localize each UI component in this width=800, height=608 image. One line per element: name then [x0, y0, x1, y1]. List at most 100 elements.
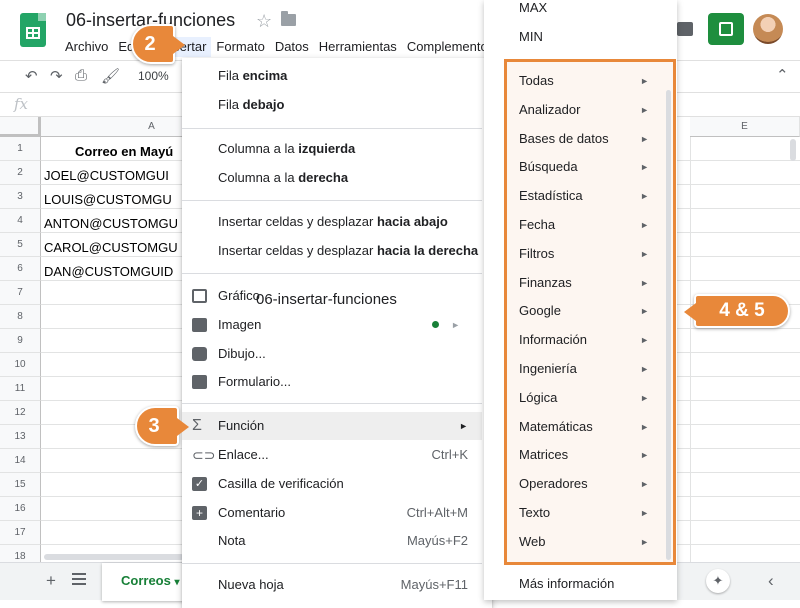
more-info-link[interactable]: Más información: [519, 576, 614, 591]
print-icon[interactable]: ⎙: [75, 67, 87, 84]
cell-a3[interactable]: LOUIS@CUSTOMGU: [44, 188, 184, 212]
function-category[interactable]: Estadística ►: [519, 186, 659, 206]
row-header-8[interactable]: 8: [0, 305, 41, 329]
menu-column-left[interactable]: Columna a la izquierda: [182, 135, 482, 163]
zoom-select[interactable]: 100%: [138, 69, 169, 83]
row-header-6[interactable]: 6: [0, 257, 41, 281]
menu-drawing[interactable]: Dibujo...: [182, 340, 482, 368]
function-category[interactable]: Fecha ►: [519, 215, 659, 235]
folder-icon[interactable]: [281, 11, 296, 26]
row-header-13[interactable]: 13: [0, 425, 41, 449]
function-category-label: Analizador: [519, 101, 581, 117]
function-max[interactable]: MAX: [519, 0, 547, 15]
function-min[interactable]: MIN: [519, 29, 543, 44]
all-sheets-icon[interactable]: [72, 573, 86, 585]
row-header-2[interactable]: 2: [0, 161, 41, 185]
cell-a1[interactable]: Correo en Mayú: [44, 140, 184, 164]
row-header-15[interactable]: 15: [0, 473, 41, 497]
menu-form[interactable]: Formulario...: [182, 368, 482, 396]
function-category-label: Web: [519, 533, 546, 549]
select-all-corner[interactable]: [0, 117, 41, 137]
function-category[interactable]: Analizador ►: [519, 100, 659, 120]
row-header-17[interactable]: 17: [0, 521, 41, 545]
menu-cells-shift-down[interactable]: Insertar celdas y desplazar hacia abajo: [182, 208, 482, 236]
row-header-5[interactable]: 5: [0, 233, 41, 257]
share-button[interactable]: [708, 13, 744, 45]
function-category[interactable]: Filtros ►: [519, 244, 659, 264]
redo-icon[interactable]: ↷: [50, 67, 63, 85]
menu-new-sheet[interactable]: Nueva hoja Mayús+F11: [182, 571, 482, 599]
function-category[interactable]: Bases de datos ►: [519, 129, 659, 149]
explore-icon[interactable]: ✦: [706, 569, 730, 593]
submenu-arrow-icon: ►: [640, 220, 649, 230]
top-bar: 06-insertar-funciones ☆ Archivo Editar I…: [0, 0, 800, 60]
menu-row-below[interactable]: Fila debajo: [182, 91, 482, 119]
row-header-7[interactable]: 7: [0, 281, 41, 305]
row-header-11[interactable]: 11: [0, 377, 41, 401]
row-header-9[interactable]: 9: [0, 329, 41, 353]
submenu-arrow-icon: ►: [640, 191, 649, 202]
function-category[interactable]: Búsqueda ►: [519, 157, 659, 177]
avatar[interactable]: [753, 14, 783, 44]
column-header-e[interactable]: E: [690, 117, 800, 137]
cell-a2[interactable]: JOEL@CUSTOMGUI: [44, 164, 184, 188]
row-header-14[interactable]: 14: [0, 449, 41, 473]
menu-link[interactable]: ⊂⊃ Enlace... Ctrl+K: [182, 441, 482, 469]
function-category-label: Matrices: [519, 447, 569, 463]
menu-datos[interactable]: Datos: [270, 37, 314, 57]
cell-a5[interactable]: CAROL@CUSTOMGU: [44, 236, 184, 260]
cell-a6[interactable]: DAN@CUSTOMGUID: [44, 260, 184, 284]
submenu-arrow-icon: ►: [640, 421, 649, 432]
menu-row-above[interactable]: Fila encima: [182, 62, 482, 90]
submenu-arrow-icon: ►: [640, 76, 649, 86]
function-category[interactable]: Web ►: [519, 532, 659, 552]
row-header-12[interactable]: 12: [0, 401, 41, 425]
function-category-label: Google: [519, 303, 561, 319]
menu-herramientas[interactable]: Herramientas: [314, 37, 402, 57]
function-category[interactable]: Ingeniería ►: [519, 359, 659, 379]
submenu-scrollbar[interactable]: [666, 90, 671, 560]
row-header-16[interactable]: 16: [0, 497, 41, 521]
row-header-10[interactable]: 10: [0, 353, 41, 377]
submenu-arrow-icon: ►: [640, 392, 649, 403]
menu-cells-shift-right[interactable]: Insertar celdas y desplazar hacia la der…: [182, 237, 482, 265]
submenu-arrow-icon: ►: [640, 306, 649, 317]
shortcut-label: Mayús+F11: [400, 577, 468, 592]
menu-formato[interactable]: Formato: [211, 37, 269, 57]
horizontal-scrollbar[interactable]: [44, 554, 184, 560]
share-icon: [719, 22, 733, 36]
function-category[interactable]: Todas ►: [519, 71, 659, 91]
row-header-4[interactable]: 4: [0, 209, 41, 233]
function-category[interactable]: Operadores ►: [519, 474, 659, 494]
row-header-3[interactable]: 3: [0, 185, 41, 209]
paint-format-icon[interactable]: 🖌: [101, 67, 120, 85]
sheets-logo-icon[interactable]: [20, 13, 46, 47]
menu-image[interactable]: Imagen ►: [182, 311, 482, 339]
vertical-scrollbar[interactable]: [790, 139, 796, 161]
menu-function[interactable]: Σ Función ►: [182, 412, 482, 440]
function-category[interactable]: Matrices ►: [519, 445, 659, 465]
add-sheet-icon[interactable]: +: [46, 571, 56, 591]
menu-column-right[interactable]: Columna a la derecha: [182, 164, 482, 192]
function-category[interactable]: Lógica ►: [519, 388, 659, 408]
undo-icon[interactable]: ↶: [25, 67, 38, 85]
menu-checkbox[interactable]: ✓ Casilla de verificación: [182, 470, 482, 498]
function-category-label: Filtros: [519, 245, 555, 261]
submenu-arrow-icon: ►: [640, 364, 649, 374]
menu-note[interactable]: Nota Mayús+F2: [182, 527, 482, 555]
function-category[interactable]: Texto ►: [519, 503, 659, 523]
sheet-tab-correos[interactable]: Correos ▾: [102, 563, 194, 601]
menu-archivo[interactable]: Archivo: [60, 37, 113, 57]
cell-a4[interactable]: ANTON@CUSTOMGU: [44, 212, 184, 236]
function-category[interactable]: Google ►: [519, 301, 659, 321]
function-category[interactable]: Matemáticas ►: [519, 417, 659, 437]
star-icon[interactable]: ☆: [256, 11, 272, 32]
comment-history-icon[interactable]: [677, 22, 693, 36]
row-header-1[interactable]: 1: [0, 137, 41, 161]
function-category[interactable]: Finanzas ►: [519, 273, 659, 293]
step-callout-4-5: 4 & 5: [684, 294, 790, 328]
side-panel-toggle-icon[interactable]: ‹: [768, 571, 774, 591]
collapse-menu-icon[interactable]: ⌃: [776, 66, 789, 84]
menu-comment[interactable]: + Comentario Ctrl+Alt+M: [182, 499, 482, 527]
function-category[interactable]: Información ►: [519, 330, 659, 350]
